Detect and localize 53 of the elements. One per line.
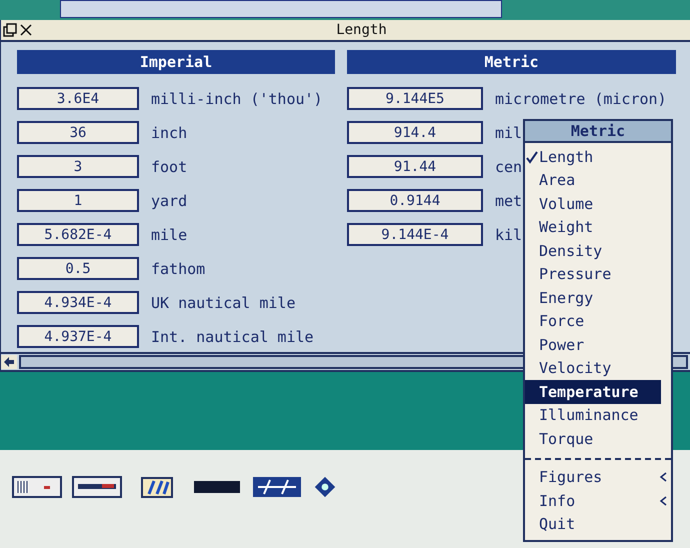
column-heading: Imperial <box>17 50 335 74</box>
menu-item[interactable]: Weight <box>525 216 671 239</box>
menu-item[interactable]: Figures <box>525 466 671 489</box>
unit-label: kil <box>495 226 522 244</box>
value-field[interactable]: 1 <box>17 189 139 212</box>
menu-item[interactable]: Force <box>525 310 671 333</box>
drive-icon[interactable] <box>12 476 62 498</box>
menu-item[interactable]: Area <box>525 168 671 192</box>
unit-label: fathom <box>151 260 206 278</box>
menu-item[interactable]: Velocity <box>525 356 671 380</box>
menu-item[interactable]: Length <box>525 145 671 168</box>
menu-item[interactable]: Illuminance <box>525 404 671 427</box>
menu-item[interactable]: Density <box>525 239 671 262</box>
menu-title: Metric <box>525 121 671 143</box>
value-field[interactable]: 5.682E-4 <box>17 223 139 246</box>
switch-icon[interactable] <box>252 476 302 498</box>
menu-item[interactable]: Volume <box>525 192 671 216</box>
unit-label: cen <box>495 158 522 176</box>
unit-label: yard <box>151 192 188 210</box>
menu-item[interactable]: Torque <box>525 427 671 450</box>
column-heading: Metric <box>347 50 676 74</box>
value-field[interactable]: 4.934E-4 <box>17 291 139 314</box>
value-field[interactable]: 3 <box>17 155 139 178</box>
menu-item[interactable]: Pressure <box>525 262 671 286</box>
unit-label: mil <box>495 124 522 142</box>
unit-label: met <box>495 192 522 210</box>
unit-label: milli-inch ('thou') <box>151 90 323 108</box>
menu-item[interactable]: Temperature <box>525 380 661 404</box>
window-title: Length <box>335 22 388 38</box>
menu-item[interactable]: Power <box>525 333 671 356</box>
unit-label: micrometre (micron) <box>495 90 667 108</box>
unit-label: UK nautical mile <box>151 294 296 312</box>
value-field[interactable]: 36 <box>17 121 139 144</box>
close-icon[interactable] <box>19 23 33 37</box>
value-field[interactable]: 3.6E4 <box>17 87 139 110</box>
unit-label: mile <box>151 226 188 244</box>
unit-label: foot <box>151 158 188 176</box>
unit-label: Int. nautical mile <box>151 328 314 346</box>
menu-item[interactable]: Quit <box>525 512 671 536</box>
menu-item[interactable]: Info <box>525 489 671 512</box>
value-field[interactable]: 9.144E-4 <box>347 223 483 246</box>
menu-item[interactable]: Energy <box>525 286 671 310</box>
value-field[interactable]: 4.937E-4 <box>17 325 139 348</box>
value-field[interactable]: 9.144E5 <box>347 87 483 110</box>
back-icon[interactable] <box>3 23 17 37</box>
diamond-icon[interactable] <box>312 476 338 498</box>
disc-drive-icon[interactable] <box>72 476 122 498</box>
value-field[interactable]: 0.9144 <box>347 189 483 212</box>
value-field[interactable]: 914.4 <box>347 121 483 144</box>
unit-label: inch <box>151 124 188 142</box>
value-field[interactable]: 91.44 <box>347 155 483 178</box>
scroll-left-icon[interactable] <box>1 355 17 369</box>
value-field[interactable]: 0.5 <box>17 257 139 280</box>
